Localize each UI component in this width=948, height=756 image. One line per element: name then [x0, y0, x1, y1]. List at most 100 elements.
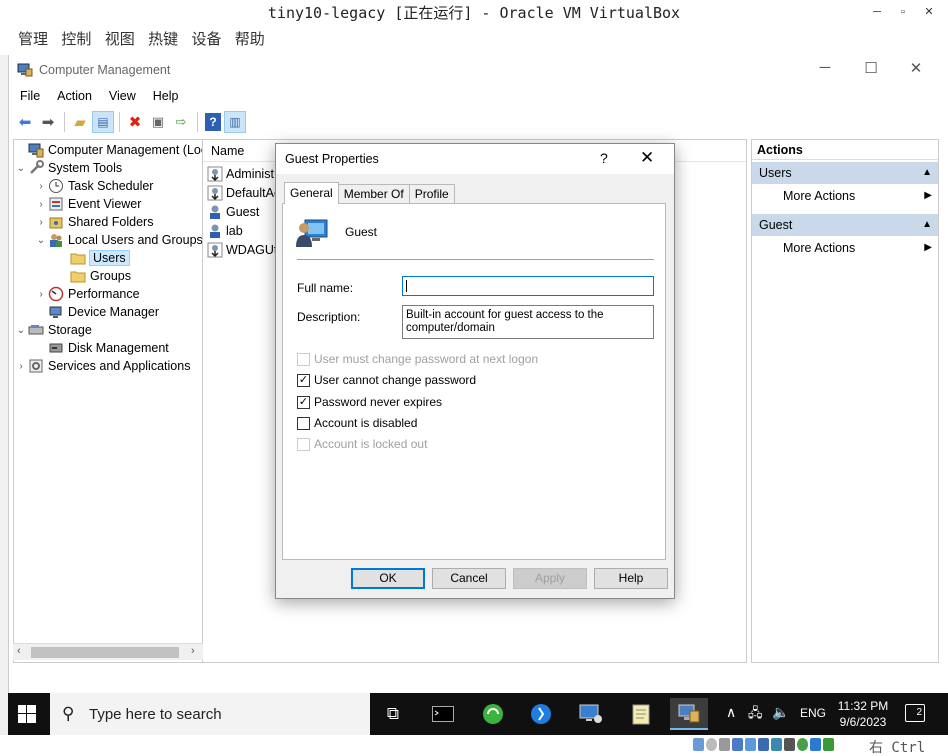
guest-additions-icon[interactable]: [797, 738, 808, 751]
network-adapter-icon[interactable]: [732, 738, 743, 751]
cm-minimize-button[interactable]: ─: [802, 59, 848, 76]
up-folder-icon[interactable]: ▰: [69, 111, 91, 133]
tree-item-local-users-groups[interactable]: ⌄ Local Users and Groups: [34, 231, 202, 249]
menu-control[interactable]: 控制: [61, 31, 91, 48]
cpu-icon[interactable]: [810, 738, 821, 751]
tab-member-of[interactable]: Member Of: [337, 184, 410, 204]
show-hide-tree-icon[interactable]: ▤: [92, 111, 114, 133]
chevron-right-icon[interactable]: ›: [34, 217, 48, 228]
menu-help[interactable]: 帮助: [235, 31, 265, 48]
list-item[interactable]: Guest: [207, 203, 259, 221]
actions-section-users[interactable]: Users ▲: [752, 162, 938, 184]
checkbox-must-change-password[interactable]: User must change password at next logon: [297, 351, 538, 367]
shared-folders-icon[interactable]: [758, 738, 769, 751]
start-button[interactable]: [8, 693, 46, 735]
terminal-icon[interactable]: [424, 698, 462, 730]
tree-horizontal-scrollbar[interactable]: ‹ ›: [13, 643, 203, 660]
taskbar-clock[interactable]: 11:32 PM 9/6/2023: [828, 698, 898, 730]
chevron-right-icon[interactable]: ›: [34, 199, 48, 210]
language-indicator[interactable]: ENG: [800, 706, 826, 720]
help-button[interactable]: Help: [594, 568, 668, 589]
dialog-close-button[interactable]: ✕: [640, 148, 654, 168]
scroll-right-icon[interactable]: ›: [191, 645, 195, 657]
tree-item-event-viewer[interactable]: › Event Viewer: [34, 195, 141, 213]
tree-item-services-applications[interactable]: › Services and Applications: [14, 357, 190, 375]
menu-manage[interactable]: 管理: [18, 31, 48, 48]
properties-icon[interactable]: ▣: [147, 111, 169, 133]
hard-disk-icon[interactable]: [693, 738, 704, 751]
recording-icon[interactable]: [784, 738, 795, 751]
forward-icon[interactable]: ➡: [37, 111, 59, 133]
show-action-pane-icon[interactable]: ▥: [224, 111, 246, 133]
display-icon[interactable]: [771, 738, 782, 751]
cm-close-button[interactable]: ✕: [893, 59, 939, 77]
help-icon[interactable]: ?: [205, 113, 221, 131]
notepad-icon[interactable]: [622, 698, 660, 730]
show-hidden-icons-chevron-icon[interactable]: ∧: [726, 704, 736, 721]
taskbar-search-box[interactable]: ⚲ Type here to search: [50, 693, 370, 735]
menu-view[interactable]: 视图: [105, 31, 135, 48]
task-view-icon[interactable]: ⧉: [374, 698, 412, 730]
tree-item-groups[interactable]: Groups: [56, 267, 131, 285]
cancel-button[interactable]: Cancel: [432, 568, 506, 589]
sync-app-icon[interactable]: [474, 698, 512, 730]
delete-icon[interactable]: ✖: [124, 111, 146, 133]
full-name-field[interactable]: [402, 276, 654, 296]
chevron-down-icon[interactable]: ⌄: [34, 235, 48, 246]
scroll-left-icon[interactable]: ‹: [17, 645, 21, 657]
chevron-down-icon[interactable]: ⌄: [14, 163, 28, 174]
more-actions-guest[interactable]: More Actions ▶: [752, 236, 938, 260]
checkbox-account-disabled[interactable]: Account is disabled: [297, 415, 417, 431]
menu-hotkeys[interactable]: 热键: [148, 31, 178, 48]
remote-desktop-icon[interactable]: [572, 698, 610, 730]
tree-item-computer-management[interactable]: Computer Management (Local: [14, 141, 202, 159]
blue-app-icon[interactable]: [522, 698, 560, 730]
collapse-up-icon[interactable]: ▲: [922, 214, 932, 236]
optical-drive-icon[interactable]: [706, 738, 717, 751]
description-field[interactable]: Built-in account for guest access to the…: [402, 305, 654, 339]
notification-center-icon[interactable]: 2: [905, 704, 925, 722]
menu-action[interactable]: Action: [57, 85, 92, 107]
menu-help[interactable]: Help: [153, 85, 179, 107]
checkbox-box-checked[interactable]: ✓: [297, 395, 310, 409]
ok-button[interactable]: OK: [351, 568, 425, 589]
checkbox-box[interactable]: [297, 352, 310, 366]
checkbox-box[interactable]: [297, 416, 310, 430]
tree-item-shared-folders[interactable]: › Shared Folders: [34, 213, 153, 231]
chevron-right-icon[interactable]: ›: [34, 181, 48, 192]
tab-profile[interactable]: Profile: [408, 184, 455, 204]
help-question-button[interactable]: ?: [600, 150, 608, 166]
menu-view[interactable]: View: [109, 85, 136, 107]
mouse-integration-icon[interactable]: [823, 738, 834, 751]
tree-item-storage[interactable]: ⌄ Storage: [14, 321, 92, 339]
audio-icon[interactable]: [719, 738, 730, 751]
chevron-down-icon[interactable]: ⌄: [14, 325, 28, 336]
tree-item-task-scheduler[interactable]: › Task Scheduler: [34, 177, 153, 195]
export-list-icon[interactable]: ⇨: [170, 111, 192, 133]
list-item[interactable]: DefaultAc: [207, 184, 280, 202]
tree-item-disk-management[interactable]: Disk Management: [34, 339, 169, 357]
more-actions-users[interactable]: More Actions ▶: [752, 184, 938, 208]
checkbox-cannot-change-password[interactable]: ✓ User cannot change password: [297, 372, 476, 388]
tree-item-performance[interactable]: › Performance: [34, 285, 140, 303]
minimize-button[interactable]: ─: [864, 0, 890, 27]
volume-icon[interactable]: 🔈: [772, 704, 789, 721]
close-button[interactable]: ✕: [916, 0, 942, 27]
menu-devices[interactable]: 设备: [191, 31, 221, 48]
checkbox-box-checked[interactable]: ✓: [297, 373, 310, 387]
list-item[interactable]: Administ: [207, 165, 274, 183]
cm-maximize-button[interactable]: ☐: [848, 59, 894, 77]
chevron-right-icon[interactable]: ›: [34, 289, 48, 300]
back-icon[interactable]: ⬅: [14, 111, 36, 133]
checkbox-account-locked-out[interactable]: Account is locked out: [297, 436, 427, 452]
menu-file[interactable]: File: [20, 85, 40, 107]
scroll-thumb[interactable]: [31, 647, 179, 658]
list-item[interactable]: WDAGUti: [207, 241, 280, 259]
checkbox-box[interactable]: [297, 437, 310, 451]
checkbox-password-never-expires[interactable]: ✓ Password never expires: [297, 394, 442, 410]
tree-item-system-tools[interactable]: ⌄ System Tools: [14, 159, 122, 177]
collapse-up-icon[interactable]: ▲: [922, 162, 932, 184]
chevron-right-icon[interactable]: ›: [14, 361, 28, 372]
maximize-button[interactable]: ▫: [890, 0, 916, 27]
apply-button[interactable]: Apply: [513, 568, 587, 589]
